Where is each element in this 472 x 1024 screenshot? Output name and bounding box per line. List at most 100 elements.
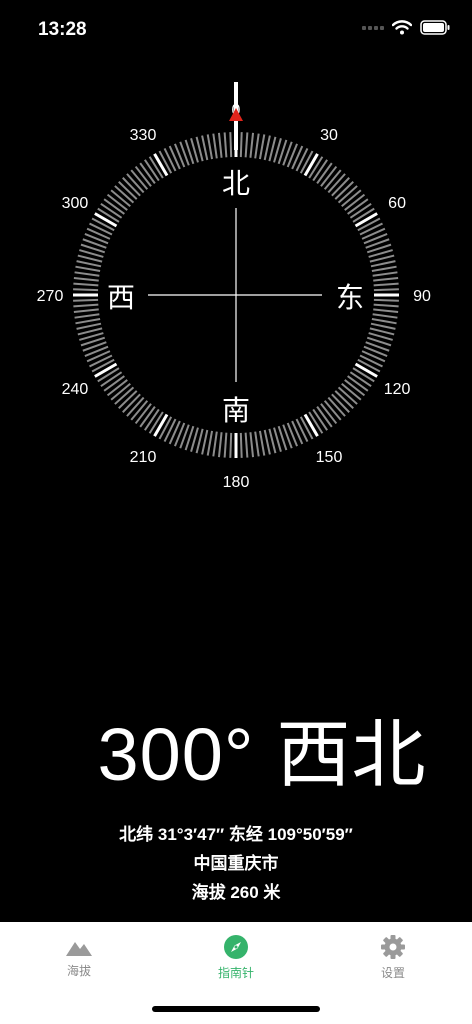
minor-tick [73,303,99,308]
minor-tick [168,420,181,445]
minor-tick [370,260,396,268]
minor-tick [263,135,271,161]
minor-tick [75,265,101,273]
minor-tick [86,350,111,363]
minor-tick [239,432,243,458]
minor-tick [372,271,398,277]
minor-tick [295,148,309,172]
minor-tick [361,350,386,363]
minor-tick [212,431,218,457]
minor-tick [371,317,397,325]
major-tick [94,362,118,378]
major-tick [303,413,319,437]
cardinal-south: 南 [222,394,250,427]
minor-tick [89,354,113,368]
minor-tick [76,260,102,268]
major-tick [303,153,319,177]
minor-tick [249,432,255,458]
minor-tick [373,303,399,308]
minor-tick [201,135,209,161]
minor-tick [373,276,399,282]
degree-label: 30 [320,127,338,144]
minor-tick [206,430,214,456]
minor-tick [244,432,249,458]
minor-tick [258,134,266,160]
heading-readout: 300° 西北 [0,705,472,805]
minor-tick [373,288,399,292]
tab-label: 海拔 [66,964,91,978]
minor-tick [373,298,399,302]
degree-label: 60 [388,195,406,212]
cardinal-west: 西 [107,281,135,314]
minor-tick [371,265,397,273]
major-tick [354,362,378,378]
minor-tick [370,322,396,330]
minor-tick [73,288,99,292]
major-tick [354,212,378,228]
major-tick [94,212,118,228]
minor-tick [163,418,177,442]
minor-tick [239,132,243,158]
minor-tick [163,148,177,172]
minor-tick [223,132,228,158]
minor-tick [258,430,266,456]
degree-label: 300 [62,195,89,212]
major-tick [153,153,169,177]
minor-tick [201,429,209,455]
location-text: 中国重庆市 [193,854,279,873]
minor-tick [89,222,113,236]
degree-label: 90 [413,288,431,305]
minor-tick [223,432,228,458]
minor-tick [75,317,101,325]
minor-tick [168,145,181,170]
status-time: 13:28 [38,19,87,40]
minor-tick [373,308,399,314]
minor-tick [295,418,309,442]
degree-label: 330 [130,127,157,144]
minor-tick [244,132,249,158]
minor-tick [73,282,99,287]
altitude-text: 海拔 260 米 [191,883,281,902]
degree-label: 150 [316,449,343,466]
minor-tick [291,145,304,170]
minor-tick [73,308,99,314]
major-tick [153,413,169,437]
minor-tick [291,420,304,445]
tab-altitude[interactable]: 海拔 [19,930,139,979]
compass-dial[interactable]: 0306090120150180210240270300330 北 南 东 西 [0,70,472,520]
degree-label: 270 [37,288,64,305]
minor-tick [229,432,233,458]
cardinal-east: 东 [336,281,364,314]
degree-label: 210 [130,449,157,466]
home-indicator [152,1006,320,1012]
minor-tick [217,132,223,158]
battery-icon [420,20,450,35]
minor-tick [249,132,255,158]
minor-tick [254,133,260,159]
tab-label: 设置 [380,966,405,980]
minor-tick [263,429,271,455]
minor-tick [73,276,99,282]
status-icons [362,20,450,35]
gear-icon [381,935,405,959]
mountain-icon [66,942,92,956]
cardinal-north: 北 [222,167,250,200]
minor-tick [217,432,223,458]
minor-tick [373,282,399,287]
degree-label: 240 [62,381,89,398]
tab-label: 指南针 [217,966,254,980]
coordinates-text: 北纬 31°3′47″ 东经 109°50′59″ [119,825,353,844]
compass-icon [224,935,248,959]
minor-tick [86,227,111,240]
minor-tick [73,298,99,302]
tab-compass[interactable]: 指南针 [176,930,296,981]
wifi-icon [392,20,412,35]
heading-direction: 西北 [276,713,427,796]
tab-settings[interactable]: 设置 [333,930,453,981]
minor-tick [76,322,102,330]
minor-tick [74,313,100,319]
status-bar: 13:28 [0,0,472,60]
minor-tick [359,354,383,368]
signal-icon [362,25,384,30]
minor-tick [361,227,386,240]
